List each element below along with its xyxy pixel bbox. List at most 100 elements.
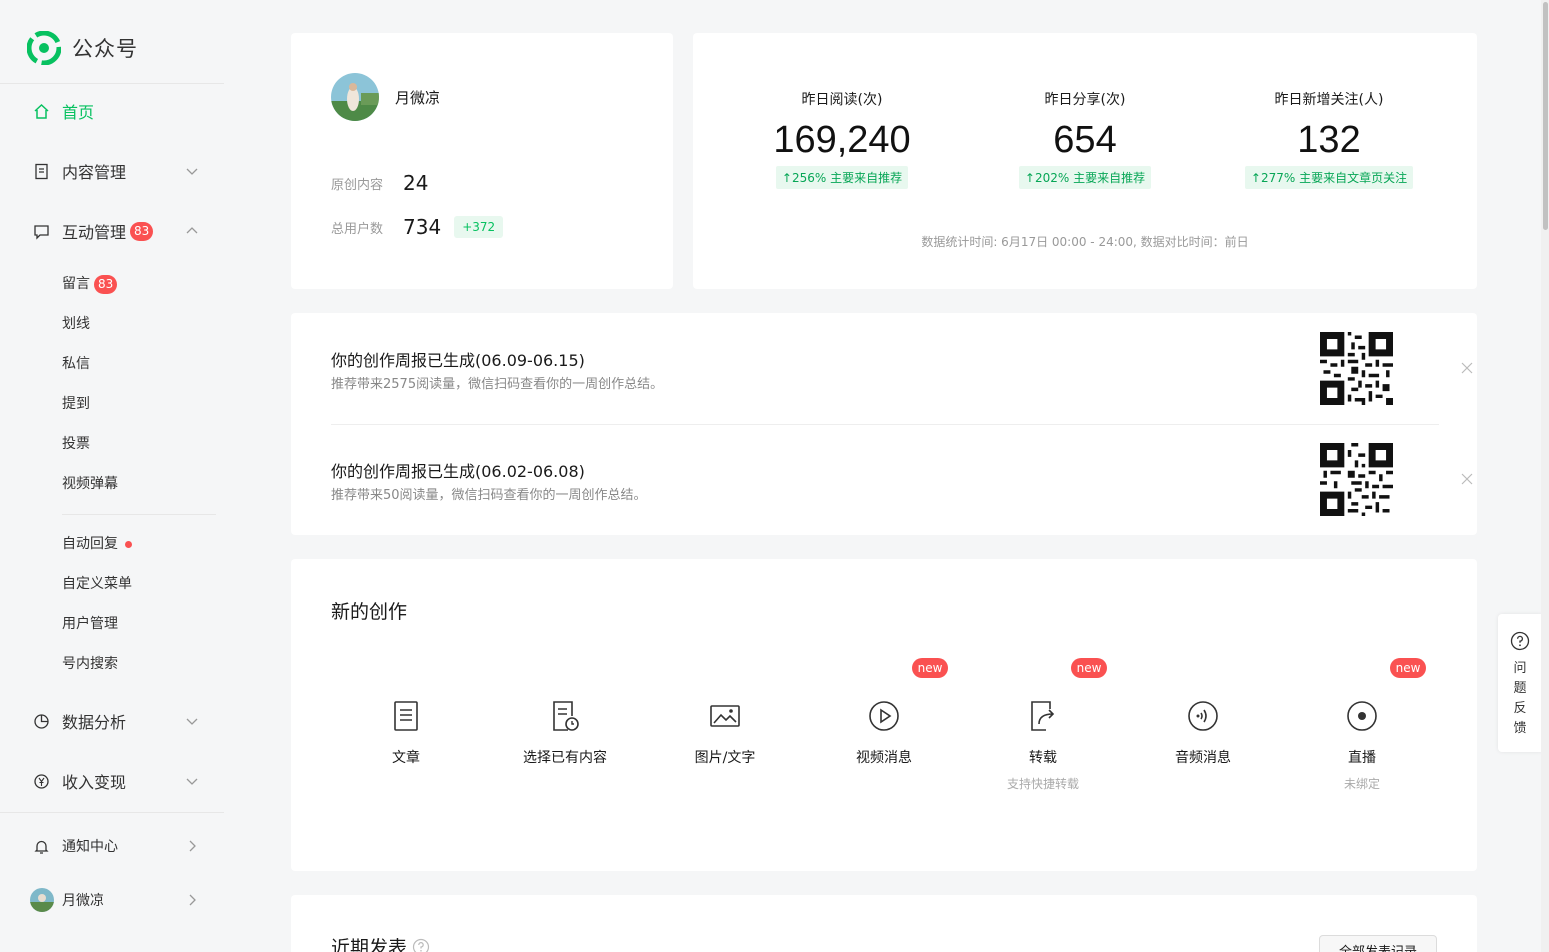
sidebar-subitem-auto-reply[interactable]: 自动回复 xyxy=(62,532,132,556)
chevron-right-icon xyxy=(189,894,196,906)
repost-icon xyxy=(1026,699,1060,733)
wechat-logo-icon xyxy=(27,31,61,65)
sidebar-item-content[interactable]: 内容管理 xyxy=(0,153,224,189)
stat-value: 654 xyxy=(1053,119,1117,161)
tool-label: 视频消息 xyxy=(856,750,912,766)
tool-label: 图片/文字 xyxy=(694,750,756,766)
sidebar-item-monetize[interactable]: 收入变现 xyxy=(0,763,224,799)
new-creation-card: 新的创作 文章 选择已有内容 图片/文字 new 视频消息 new 转载 支持快… xyxy=(291,559,1477,871)
chevron-up-icon xyxy=(186,227,198,234)
qr-code-icon xyxy=(1320,332,1393,405)
bell-icon xyxy=(33,838,50,855)
logo[interactable]: 公众号 xyxy=(27,30,138,66)
original-content-value: 24 xyxy=(403,171,429,195)
sidebar-item-home[interactable]: 首页 xyxy=(0,93,224,129)
stat-title: 昨日分享(次) xyxy=(1044,92,1126,108)
sidebar-subitem-comments[interactable]: 留言 83 xyxy=(62,272,118,296)
create-image-text-button[interactable]: 图片/文字 xyxy=(660,699,790,767)
sidebar-subitem-underline[interactable]: 划线 xyxy=(62,312,90,336)
tool-sublabel: 支持快捷转载 xyxy=(1006,777,1079,791)
sidebar: 公众号 首页 内容管理 互动管理 83 留言 83 划线 私信 提到 投票 视频… xyxy=(0,0,226,952)
stats-time-note: 数据统计时间: 6月17日 00:00 - 24:00, 数据对比时间：前日 xyxy=(921,235,1249,249)
sidebar-item-label: 内容管理 xyxy=(62,163,127,182)
report-subtitle: 推荐带来50阅读量，微信扫码查看你的一周创作总结。 xyxy=(331,488,647,503)
tool-label: 转载 xyxy=(1029,750,1057,766)
original-content-row: 原创内容 24 xyxy=(331,171,428,195)
stat-title: 昨日新增关注(人) xyxy=(1274,92,1384,108)
chevron-down-icon xyxy=(186,718,198,725)
stat-shares: 昨日分享(次) 654 ↑202% 主要来自推荐 xyxy=(955,89,1215,189)
report-item[interactable]: 你的创作周报已生成(06.02-06.08) 推荐带来50阅读量，微信扫码查看你… xyxy=(331,424,1473,534)
chevron-down-icon xyxy=(186,168,198,175)
total-users-label: 总用户数 xyxy=(331,221,384,237)
subitem-label: 留言 xyxy=(62,276,90,292)
sidebar-item-label: 通知中心 xyxy=(62,839,118,855)
original-content-label: 原创内容 xyxy=(331,177,384,193)
pie-chart-icon xyxy=(33,713,50,730)
stat-value: 169,240 xyxy=(773,119,911,161)
stat-title: 昨日阅读(次) xyxy=(801,92,883,108)
scrollbar-thumb[interactable] xyxy=(1543,2,1548,230)
red-dot xyxy=(125,540,132,548)
tool-label: 音频消息 xyxy=(1175,750,1231,766)
create-audio-message-button[interactable]: 音频消息 xyxy=(1138,699,1268,767)
create-live-button[interactable]: 直播 未绑定 xyxy=(1297,699,1427,792)
select-existing-content-button[interactable]: 选择已有内容 xyxy=(500,699,630,767)
report-title: 你的创作周报已生成(06.02-06.08) xyxy=(331,462,585,481)
sidebar-item-label: 收入变现 xyxy=(62,773,127,792)
avatar[interactable] xyxy=(331,73,379,121)
sidebar-item-label: 数据分析 xyxy=(62,713,127,732)
recent-posts-card: 近期发表 全部发表记录 xyxy=(291,895,1477,952)
help-icon xyxy=(1510,631,1530,651)
total-users-value: 734 xyxy=(403,215,442,239)
sidebar-subitem-votes[interactable]: 投票 xyxy=(62,432,90,456)
feedback-label: 问题反馈 xyxy=(1513,661,1527,736)
chevron-down-icon xyxy=(186,778,198,785)
sidebar-item-analytics[interactable]: 数据分析 xyxy=(0,703,224,739)
create-repost-button[interactable]: 转载 支持快捷转载 xyxy=(978,699,1108,792)
report-subtitle: 推荐带来2575阅读量，微信扫码查看你的一周创作总结。 xyxy=(331,377,664,392)
profile-card: 月微凉 原创内容 24 总用户数 734 +372 xyxy=(291,33,673,289)
sidebar-item-account[interactable]: 月微凉 xyxy=(0,882,224,918)
feedback-button[interactable]: 问题反馈 xyxy=(1498,614,1542,752)
chevron-right-icon xyxy=(189,840,196,852)
message-icon xyxy=(33,223,50,240)
count-badge: 83 xyxy=(130,221,154,241)
audio-icon xyxy=(1186,699,1220,733)
all-posts-button[interactable]: 全部发表记录 xyxy=(1319,935,1437,952)
count-badge: 83 xyxy=(94,274,118,294)
report-title: 你的创作周报已生成(06.09-06.15) xyxy=(331,351,585,370)
tool-label: 直播 xyxy=(1348,750,1376,766)
create-article-button[interactable]: 文章 xyxy=(341,699,471,767)
tool-label: 文章 xyxy=(392,750,420,766)
home-icon xyxy=(33,103,50,120)
sidebar-item-notifications[interactable]: 通知中心 xyxy=(0,828,224,864)
close-icon[interactable] xyxy=(1461,362,1473,374)
sidebar-subitem-danmaku[interactable]: 视频弹幕 xyxy=(62,472,118,496)
yen-icon xyxy=(33,773,50,790)
stat-delta: ↑202% 主要来自推荐 xyxy=(1018,166,1152,189)
total-users-row: 总用户数 734 +372 xyxy=(331,215,504,239)
close-icon[interactable] xyxy=(1461,473,1473,485)
stat-delta: ↑256% 主要来自推荐 xyxy=(775,166,909,189)
section-title: 近期发表 xyxy=(331,937,408,952)
sidebar-subitem-mentions[interactable]: 提到 xyxy=(62,392,90,416)
sidebar-subitem-custom-menu[interactable]: 自定义菜单 xyxy=(62,572,132,596)
section-title: 新的创作 xyxy=(331,601,408,623)
sidebar-subitem-user-management[interactable]: 用户管理 xyxy=(62,612,118,636)
sidebar-item-interaction[interactable]: 互动管理 83 xyxy=(0,213,224,249)
sidebar-subitem-search[interactable]: 号内搜索 xyxy=(62,652,118,676)
app-title: 公众号 xyxy=(72,37,138,61)
stats-card: 昨日阅读(次) 169,240 ↑256% 主要来自推荐 昨日分享(次) 654… xyxy=(693,33,1477,289)
create-video-message-button[interactable]: 视频消息 xyxy=(819,699,949,767)
sidebar-subitem-private-message[interactable]: 私信 xyxy=(62,352,90,376)
help-icon[interactable] xyxy=(412,938,430,952)
avatar xyxy=(30,888,54,912)
video-icon xyxy=(867,699,901,733)
weekly-reports-card: 你的创作周报已生成(06.09-06.15) 推荐带来2575阅读量，微信扫码查… xyxy=(291,313,1477,535)
existing-content-icon xyxy=(548,699,582,733)
article-icon xyxy=(389,699,423,733)
subitem-label: 自动回复 xyxy=(62,536,118,552)
new-tag: new xyxy=(1071,658,1107,678)
report-item[interactable]: 你的创作周报已生成(06.09-06.15) 推荐带来2575阅读量，微信扫码查… xyxy=(331,313,1473,423)
